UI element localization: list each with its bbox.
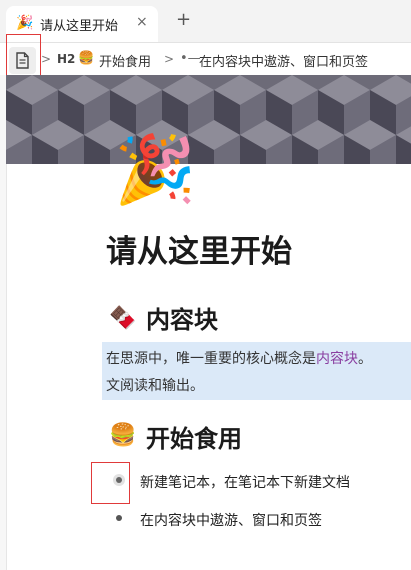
breadcrumb-item-heading[interactable]: 开始食用 <box>99 51 151 70</box>
chevron-right-icon: > <box>164 52 175 66</box>
section-heading-content-block[interactable]: 内容块 <box>146 300 218 335</box>
list-item[interactable]: 新建笔记本，在笔记本下新建文档 <box>140 472 350 492</box>
breadcrumb-item-list[interactable]: 在内容块中遨游、窗口和页签 <box>199 51 368 70</box>
bullet-handle[interactable] <box>116 515 122 521</box>
content-block-link[interactable]: 内容块 <box>316 351 358 367</box>
cover-image[interactable] <box>6 75 411 164</box>
paragraph-text-line2: 文阅读和输出。 <box>106 378 204 394</box>
close-icon[interactable]: × <box>136 14 148 30</box>
chocolate-icon: 🍫 <box>109 306 137 331</box>
list-item-link[interactable]: 在内容块中遨游、窗口和页签 <box>140 510 322 530</box>
page-title[interactable]: 请从这里开始 <box>106 226 292 271</box>
chevron-right-icon: > <box>41 52 52 66</box>
breadcrumb: > H2 🍔 开始食用 > •— 在内容块中遨游、窗口和页签 <box>0 43 411 75</box>
burger-icon: 🍔 <box>78 51 95 66</box>
party-popper-icon: 🎉 <box>16 15 34 31</box>
list-item-icon: •— <box>180 51 201 66</box>
burger-icon: 🍔 <box>109 423 137 448</box>
paragraph-block[interactable]: 在思源中，唯一重要的核心概念是内容块。 文阅读和输出。 <box>102 342 411 400</box>
new-tab-button[interactable]: + <box>176 11 191 29</box>
tab-title: 请从这里开始 <box>40 19 119 34</box>
heading-level-badge: H2 <box>57 52 76 66</box>
tab-bar: 🎉 请从这里开始 × + <box>0 0 411 43</box>
paragraph-text: 在思源中，唯一重要的核心概念是 <box>106 351 316 367</box>
paragraph-text-end: 。 <box>358 351 372 367</box>
section-heading-get-started[interactable]: 开始食用 <box>146 419 242 454</box>
highlight-box <box>91 462 130 504</box>
party-popper-icon[interactable]: 🎉 <box>114 132 196 208</box>
